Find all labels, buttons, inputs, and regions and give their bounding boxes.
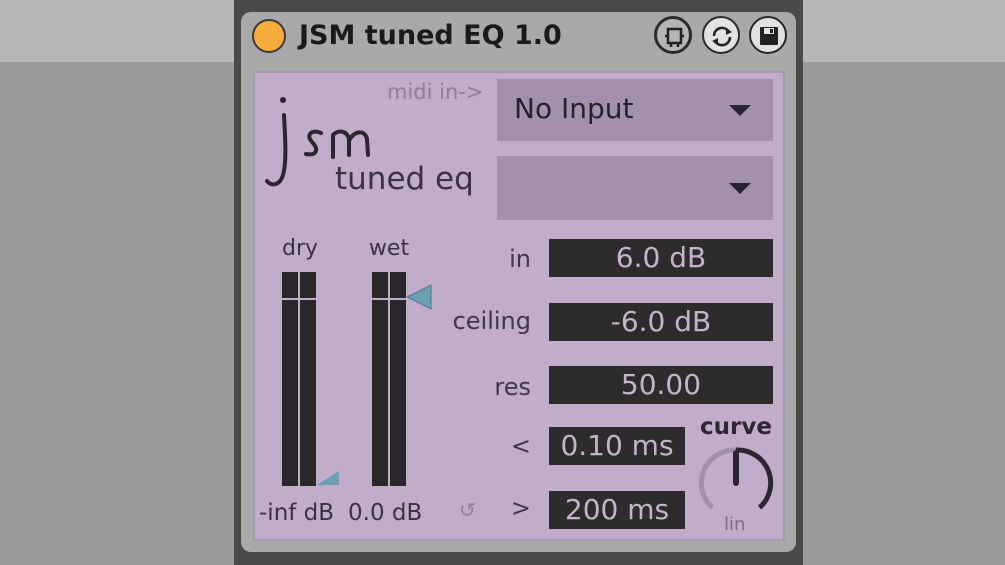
- secondary-dropdown[interactable]: [497, 156, 773, 220]
- save-icon[interactable]: [749, 16, 787, 54]
- release-label: >: [510, 494, 531, 522]
- in-number-box[interactable]: 6.0 dB: [549, 239, 773, 277]
- curve-dial[interactable]: [695, 443, 777, 525]
- curve-label: curve: [700, 414, 772, 440]
- wet-readout: 0.0 dB: [348, 500, 423, 526]
- attack-number-box[interactable]: 0.10 ms: [549, 427, 685, 465]
- attack-label: <: [510, 432, 531, 460]
- midi-in-label: midi in->: [387, 80, 484, 104]
- focus-icon[interactable]: [654, 16, 692, 54]
- midi-input-value: No Input: [514, 92, 634, 125]
- reset-icon[interactable]: ↺: [459, 498, 476, 522]
- dry-slider-handle[interactable]: [317, 471, 341, 487]
- device-panel: tuned eq midi in-> No Input dry wet -inf…: [253, 71, 785, 541]
- dry-meter[interactable]: [282, 272, 316, 486]
- dry-label: dry: [281, 236, 319, 261]
- ceiling-label: ceiling: [452, 307, 531, 335]
- ceiling-number-box[interactable]: -6.0 dB: [549, 303, 773, 341]
- device-title: JSM tuned EQ 1.0: [299, 20, 562, 51]
- device-power-button[interactable]: [252, 19, 286, 53]
- chevron-down-icon: [729, 105, 751, 116]
- chevron-down-icon: [729, 183, 751, 194]
- curve-mode-label: lin: [724, 514, 746, 535]
- in-label: in: [509, 245, 531, 273]
- logo-subtitle: tuned eq: [335, 161, 474, 197]
- res-label: res: [494, 373, 531, 401]
- wet-label: wet: [368, 236, 410, 261]
- wet-slider-handle[interactable]: [407, 284, 433, 312]
- release-number-box[interactable]: 200 ms: [549, 491, 685, 529]
- dry-readout: -inf dB: [259, 500, 335, 526]
- res-number-box[interactable]: 50.00: [549, 366, 773, 404]
- midi-input-dropdown[interactable]: No Input: [497, 79, 773, 141]
- sync-icon[interactable]: [702, 16, 740, 54]
- wet-meter[interactable]: [372, 272, 406, 486]
- device-title-bar[interactable]: JSM tuned EQ 1.0: [241, 12, 796, 62]
- device-chain: JSM tuned EQ 1.0 tuned eq midi in-> No I…: [241, 12, 796, 552]
